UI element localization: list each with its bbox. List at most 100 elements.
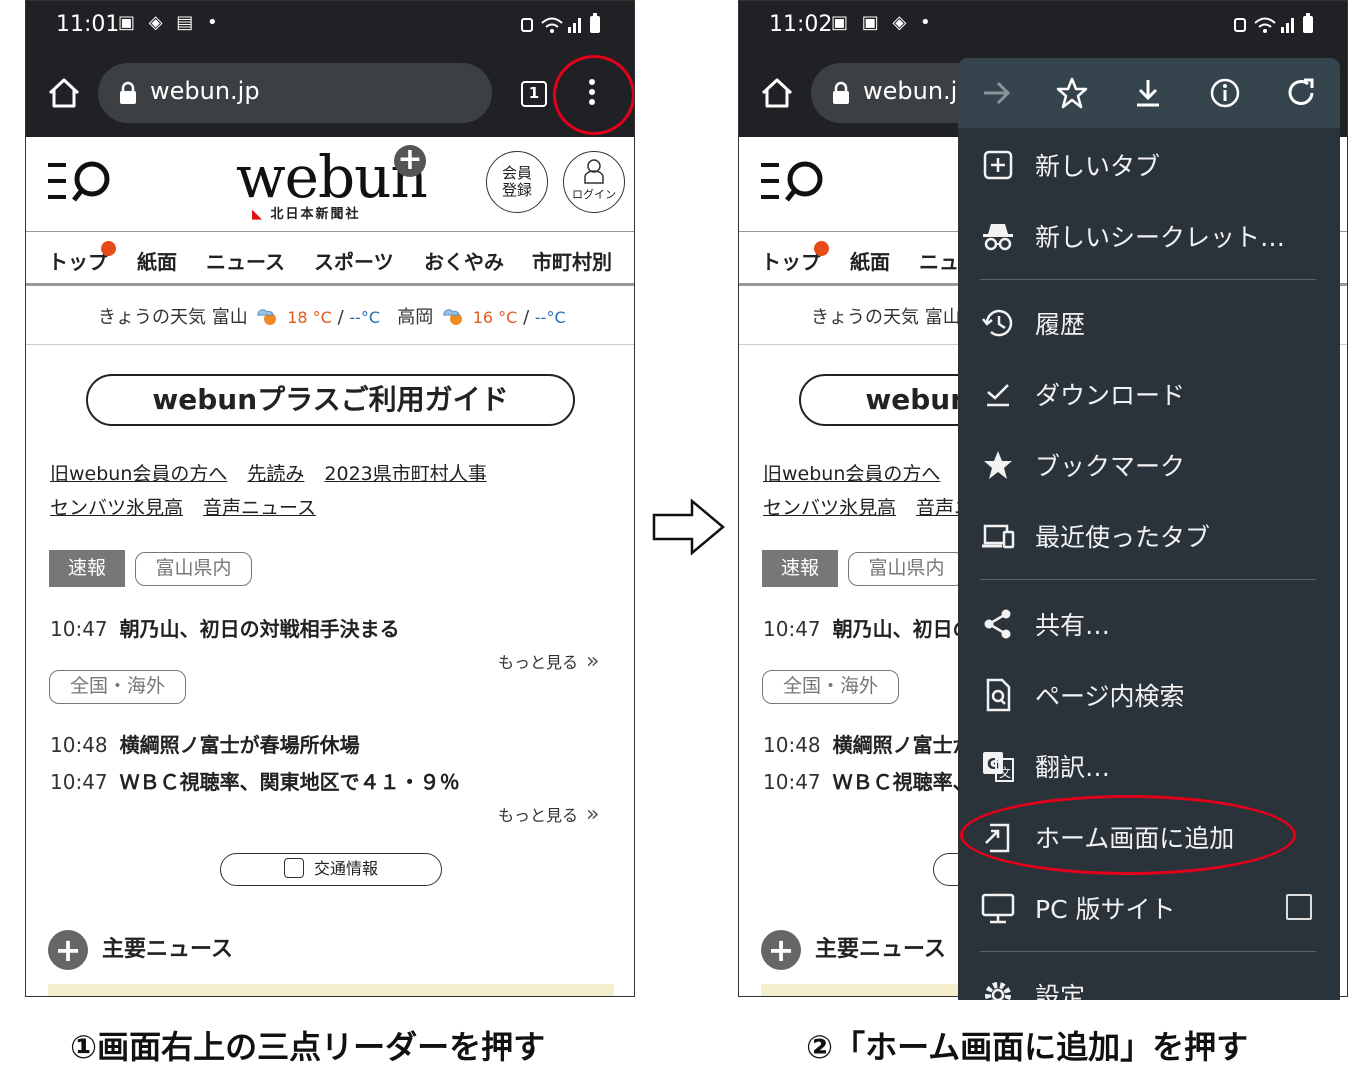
home-icon[interactable]	[44, 73, 84, 113]
menu-item-translate[interactable]: G文 翻訳…	[958, 731, 1340, 801]
nav-top[interactable]: トップ	[761, 246, 821, 275]
link-senbatsu[interactable]: センバツ氷見高	[763, 497, 896, 519]
menu-item-label: 翻訳…	[1035, 753, 1111, 782]
url-text: webun.jp	[150, 77, 260, 105]
wifi-signal-battery-icon	[521, 13, 600, 33]
news-time: 10:48	[50, 733, 108, 757]
nav-obituary[interactable]: おくやみ	[424, 246, 504, 275]
news-item[interactable]: 10:48 横綱照ノ富士が春場所休場	[50, 729, 360, 758]
menu-item-new-tab[interactable]: 新しいタブ	[958, 130, 1340, 200]
tab-breaking[interactable]: 速報	[49, 550, 125, 587]
login-button[interactable]: ログイン	[563, 151, 625, 213]
tab-national[interactable]: 全国・海外	[49, 670, 186, 704]
publisher-name-text: 北日本新聞社	[270, 207, 361, 222]
menu-item-desktop-site[interactable]: PC 版サイト	[958, 873, 1340, 943]
nav-news[interactable]: ニュース	[206, 246, 285, 275]
wifi-signal-battery-icon	[1234, 13, 1313, 33]
traffic-label: 交通情報	[313, 859, 378, 878]
system-status-icons	[520, 13, 606, 40]
nav-municipal[interactable]: 市町村別	[532, 246, 612, 275]
nav-paper[interactable]: 紙面	[850, 246, 890, 275]
notification-icons: ▣ ◈ ▤ •	[118, 12, 222, 33]
register-button[interactable]: 会員 登録	[486, 151, 548, 213]
home-icon[interactable]	[757, 73, 797, 113]
download-icon[interactable]	[1131, 76, 1165, 110]
news-time: 10:47	[50, 770, 108, 794]
menu-item-find-in-page[interactable]: ページ内検索	[958, 660, 1340, 730]
cloud-sun-icon	[443, 309, 462, 325]
news-time: 10:47	[763, 617, 821, 641]
menu-item-label: ブックマーク	[1035, 452, 1186, 481]
main-news-heading: + 主要ニュース	[48, 930, 233, 970]
more-link[interactable]: もっと見る »	[498, 802, 599, 827]
weather-bar: きょうの天気 富山 18 °C / --°C 高岡 16 °C / --°C	[26, 289, 634, 345]
notification-dot	[101, 241, 116, 256]
url-text: webun.jp	[863, 77, 973, 105]
share-icon	[984, 609, 1011, 639]
menu-item-bookmarks[interactable]: ブックマーク	[958, 430, 1340, 500]
menu-item-settings[interactable]: 設定	[958, 960, 1340, 1000]
recent-tabs-icon	[982, 524, 1015, 549]
highlight-ring-add-to-home	[960, 795, 1296, 875]
menu-search-icon[interactable]	[759, 157, 831, 207]
link-preview[interactable]: 先読み	[247, 463, 304, 485]
svg-text:G: G	[987, 755, 999, 773]
menu-divider	[980, 951, 1316, 952]
tab-breaking[interactable]: 速報	[762, 550, 838, 587]
tab-switcher-button[interactable]: 1	[521, 81, 547, 107]
link-old-members[interactable]: 旧webun会員の方へ	[763, 463, 940, 485]
menu-item-share[interactable]: 共有…	[958, 589, 1340, 659]
news-headline: 朝乃山、初日の対戦相手決まる	[119, 617, 400, 641]
menu-item-label: 新しいシークレット…	[1035, 223, 1286, 252]
news-headline: 横綱照ノ富士が春場所休場	[119, 733, 360, 757]
weather-sep: /	[523, 307, 530, 328]
highlight-ring-menu-button	[553, 55, 634, 135]
site-header: webun + ◣ 北日本新聞社 会員 登録 ログイン	[26, 137, 634, 232]
history-icon	[982, 309, 1013, 337]
guide-button[interactable]: webunプラスご利用ガイド	[86, 374, 575, 426]
tab-national[interactable]: 全国・海外	[762, 670, 899, 704]
star-outline-icon[interactable]	[1055, 76, 1089, 110]
register-label-2: 登録	[501, 181, 532, 199]
menu-search-icon[interactable]	[46, 157, 118, 207]
chevron-double-right-icon: »	[586, 649, 600, 674]
system-status-icons	[1233, 13, 1319, 40]
link-audio-news[interactable]: 音声ニュース	[203, 497, 316, 519]
register-label-1: 会員	[501, 164, 532, 182]
info-icon[interactable]	[1208, 76, 1242, 110]
download-done-icon	[987, 384, 1009, 407]
nav-paper[interactable]: 紙面	[137, 246, 177, 275]
tab-toyama[interactable]: 富山県内	[135, 552, 252, 586]
weather-city: 高岡	[397, 307, 434, 328]
menu-item-incognito[interactable]: 新しいシークレット…	[958, 201, 1340, 271]
weather-label: きょうの天気	[811, 307, 919, 328]
cloud-sun-icon	[257, 309, 277, 325]
person-icon	[584, 159, 604, 184]
translate-icon: G文	[983, 752, 1014, 782]
news-item[interactable]: 10:47 朝乃山、初日の対戦相手決まる	[50, 613, 400, 642]
link-senbatsu[interactable]: センバツ氷見高	[50, 497, 183, 519]
new-tab-icon	[983, 150, 1013, 180]
tab-toyama[interactable]: 富山県内	[848, 552, 965, 586]
link-personnel[interactable]: 2023県市町村人事	[324, 463, 486, 485]
refresh-icon[interactable]	[1284, 76, 1318, 110]
traffic-info-button[interactable]: 交通情報	[220, 853, 442, 886]
news-headline: ＷＢＣ視聴率、関東地区で４１・９％	[119, 770, 460, 794]
menu-item-history[interactable]: 履歴	[958, 288, 1340, 358]
news-item[interactable]: 10:47 ＷＢＣ視聴率、関東地区で４１・９％	[50, 766, 460, 795]
menu-item-label: ダウンロード	[1035, 381, 1186, 410]
menu-action-row	[958, 58, 1340, 128]
menu-item-recent-tabs[interactable]: 最近使ったタブ	[958, 501, 1340, 571]
nav-sports[interactable]: スポーツ	[314, 246, 394, 275]
address-bar[interactable]: webun.jp	[98, 63, 492, 123]
menu-item-downloads[interactable]: ダウンロード	[958, 359, 1340, 429]
weather-sep: /	[337, 307, 344, 328]
more-link[interactable]: もっと見る »	[498, 649, 599, 674]
forward-arrow-icon[interactable]	[980, 76, 1014, 110]
lock-icon	[833, 81, 849, 104]
desktop-site-checkbox[interactable]	[1286, 894, 1312, 920]
more-label: もっと見る	[498, 806, 579, 825]
link-old-members[interactable]: 旧webun会員の方へ	[50, 463, 227, 485]
more-label: もっと見る	[498, 653, 579, 672]
nav-top[interactable]: トップ	[48, 246, 108, 275]
